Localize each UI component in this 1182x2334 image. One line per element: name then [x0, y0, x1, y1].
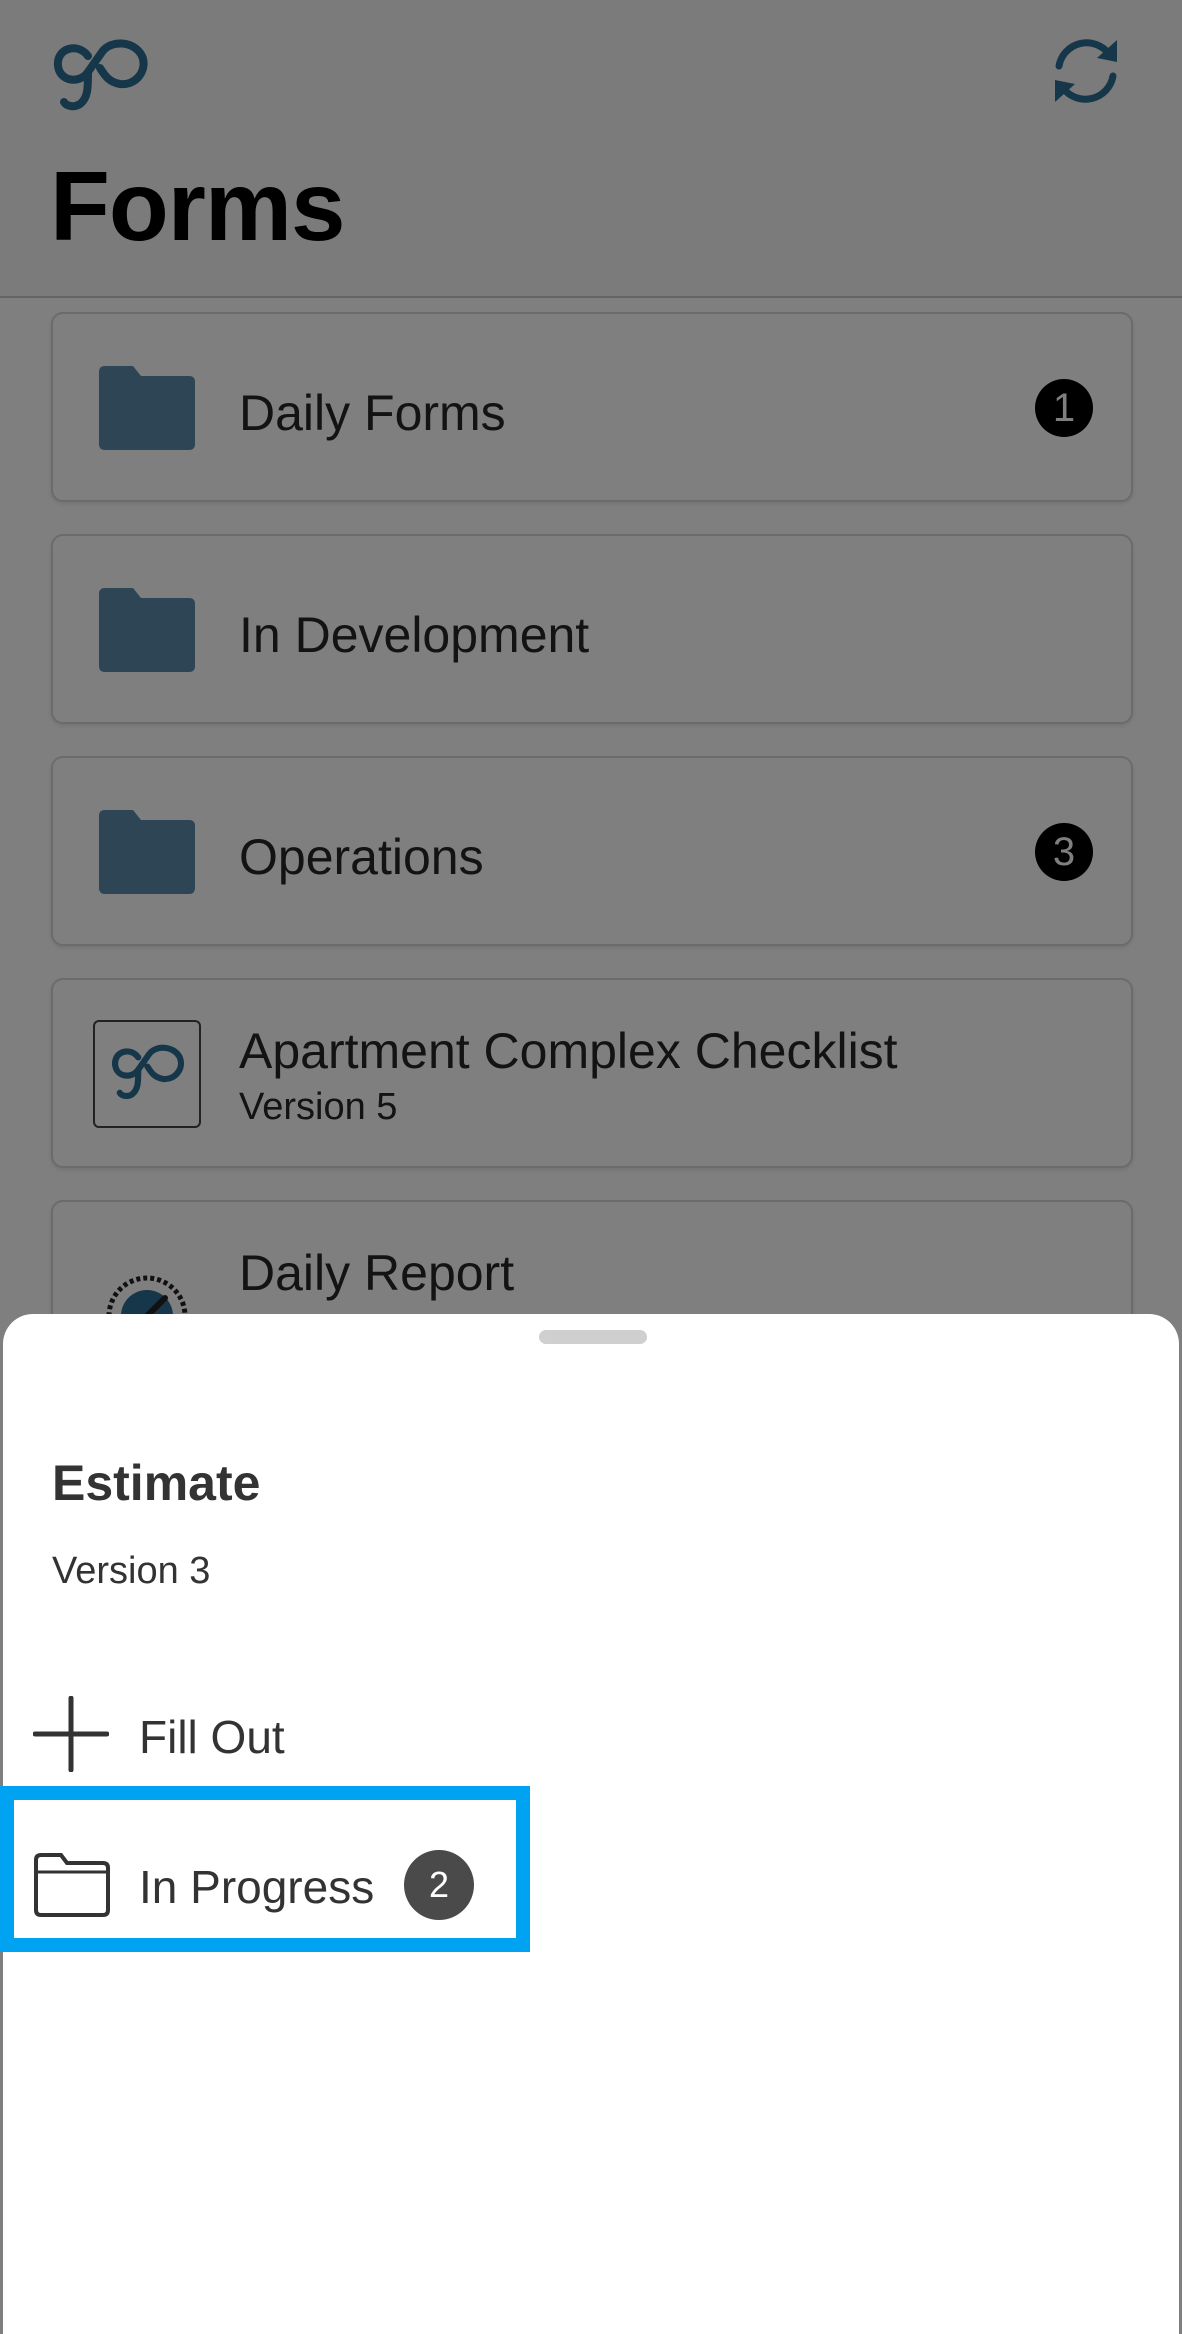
folder-outline-icon	[34, 1853, 110, 1917]
action-label: Fill Out	[139, 1711, 285, 1763]
fill-out-button[interactable]: Fill Out	[3, 1674, 523, 1794]
plus-icon	[33, 1696, 109, 1772]
bottom-sheet: Estimate Version 3 Fill Out In Progress …	[3, 1314, 1179, 2334]
sheet-version: Version 3	[52, 1550, 211, 1592]
action-label: In Progress	[139, 1861, 375, 1913]
sheet-grabber[interactable]	[539, 1330, 647, 1344]
count-badge: 2	[404, 1850, 474, 1920]
sheet-title: Estimate	[52, 1455, 261, 1511]
in-progress-button[interactable]: In Progress 2	[3, 1824, 523, 1944]
